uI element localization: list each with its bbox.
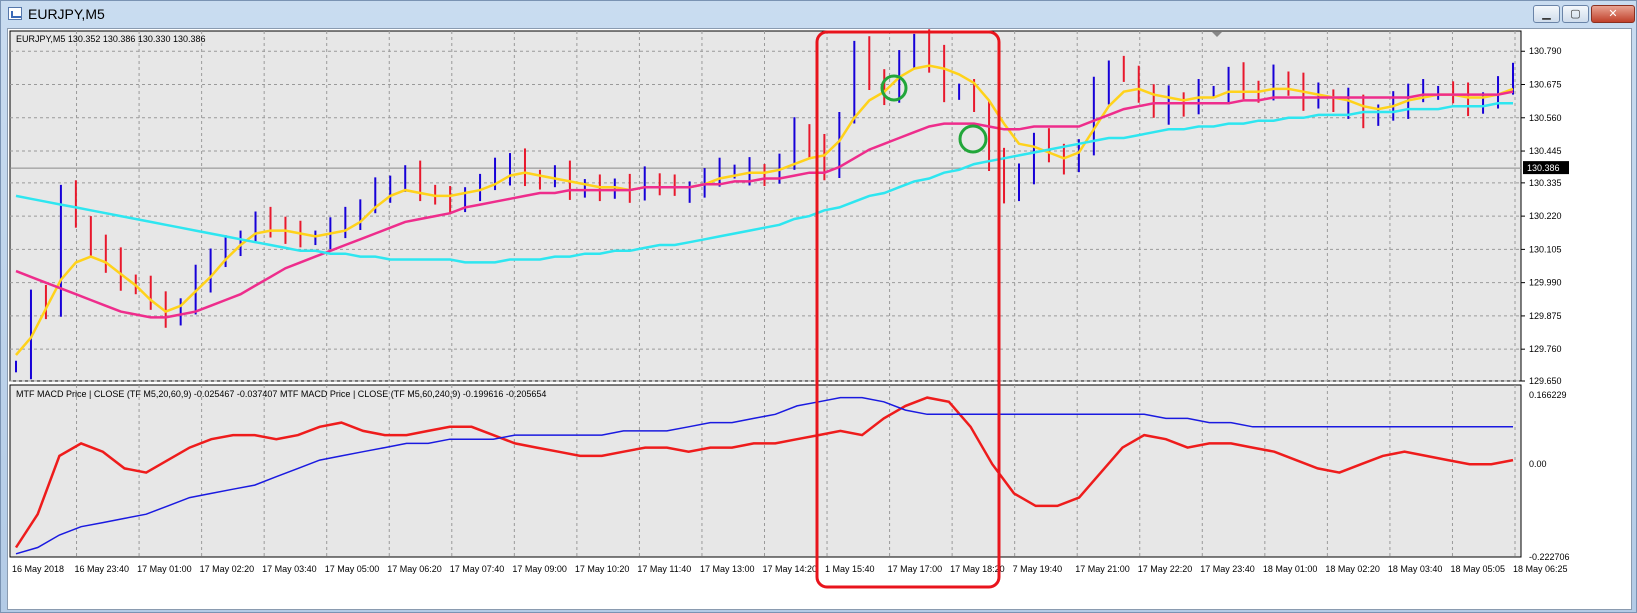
close-button[interactable]: ✕ [1591,5,1635,23]
x-tick-label: 18 May 03:40 [1388,564,1443,574]
x-tick-label: 17 May 21:00 [1075,564,1130,574]
y-tick-label: 129.650 [1529,376,1562,386]
x-tick-label: 17 May 17:00 [888,564,943,574]
macd-y-tick-label: 0.00 [1529,459,1547,469]
y-tick-label: 130.445 [1529,146,1562,156]
x-tick-label: 16 May 2018 [12,564,64,574]
x-tick-label: 18 May 06:25 [1513,564,1568,574]
price-and-macd-chart[interactable]: 16 May 2018 16 May 23:40 17 May 01:00 17 Ma… [8,29,1631,609]
x-tick-label: 16 May 23:40 [75,564,130,574]
minimize-button[interactable]: ▁ [1533,5,1560,23]
x-tick-label: 17 May 09:00 [512,564,567,574]
title-bar[interactable]: EURJPY,M5 ▁ ▢ ✕ [1,1,1636,27]
window-title: EURJPY,M5 [28,6,105,22]
x-tick-label: 1 May 15:40 [825,564,875,574]
x-tick-label: 17 May 07:40 [450,564,505,574]
y-tick-label: 129.875 [1529,311,1562,321]
macd-y-tick-label: -0.222706 [1529,552,1570,562]
y-tick-label: 130.790 [1529,46,1562,56]
y-tick-label: 130.105 [1529,244,1562,254]
x-tick-label: 18 May 01:00 [1263,564,1318,574]
x-tick-label: 17 May 01:00 [137,564,192,574]
x-tick-label: 17 May 10:20 [575,564,630,574]
x-tick-label: 17 May 03:40 [262,564,317,574]
y-tick-label: 130.220 [1529,211,1562,221]
y-tick-label: 130.560 [1529,113,1562,123]
x-tick-label: 17 May 02:20 [200,564,255,574]
macd-pane-background [9,384,1522,558]
main-pane-title: EURJPY,M5 130.352 130.386 130.330 130.38… [16,34,205,44]
chart-area[interactable]: 16 May 2018 16 May 23:40 17 May 01:00 17 Ma… [7,28,1632,610]
y-tick-label: 130.335 [1529,178,1562,188]
current-price-label: 130.386 [1527,163,1560,173]
y-tick-label: 130.675 [1529,80,1562,90]
macd-pane-title: MTF MACD Price | CLOSE (TF M5,20,60,9) -… [16,389,546,399]
x-tick-label: 7 May 19:40 [1013,564,1063,574]
x-tick-label: 17 May 05:00 [325,564,380,574]
maximize-button[interactable]: ▢ [1562,5,1589,23]
x-tick-label: 17 May 06:20 [387,564,442,574]
y-tick-label: 129.990 [1529,278,1562,288]
y-tick-label: 129.760 [1529,344,1562,354]
chart-window-icon [8,7,22,20]
mt4-chart-window: EURJPY,M5 ▁ ▢ ✕ 16 May 2018 16 May 23:40 1… [0,0,1637,613]
x-tick-label: 18 May 05:05 [1450,564,1505,574]
x-tick-label: 18 May 02:20 [1325,564,1380,574]
x-tick-label: 17 May 23:40 [1200,564,1255,574]
x-tick-label: 17 May 14:20 [763,564,818,574]
x-tick-label: 17 May 13:00 [700,564,755,574]
x-tick-label: 17 May 11:40 [637,564,691,574]
x-tick-label: 17 May 18:20 [950,564,1005,574]
macd-y-tick-label: 0.166229 [1529,390,1567,400]
main-pane-background [9,30,1522,382]
x-tick-label: 17 May 22:20 [1138,564,1193,574]
